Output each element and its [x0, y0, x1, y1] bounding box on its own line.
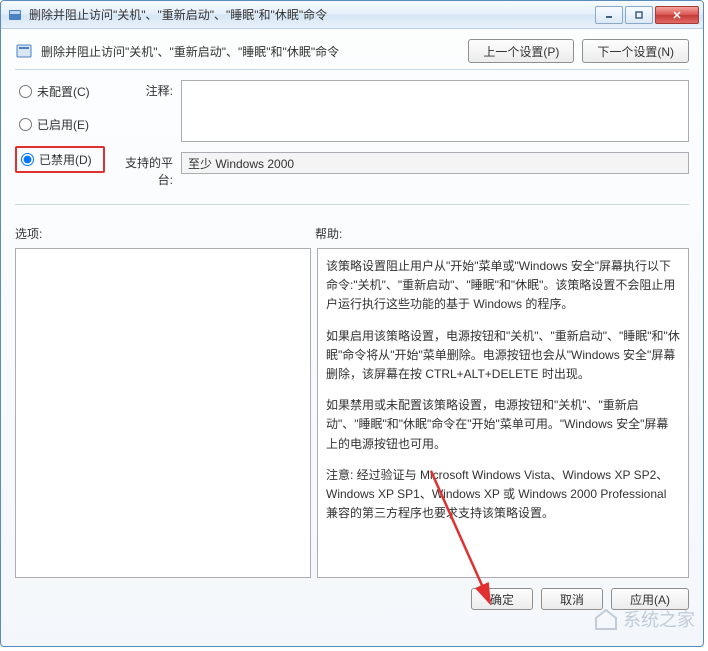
policy-icon	[15, 42, 33, 60]
window-title: 删除并阻止访问"关机"、"重新启动"、"睡眠"和"休眠"命令	[29, 6, 595, 23]
policy-state-radio-group: 未配置(C) 已启用(E) 已禁用(D)	[15, 80, 105, 173]
radio-disabled[interactable]: 已禁用(D)	[15, 146, 105, 173]
help-panel[interactable]: 该策略设置阻止用户从"开始"菜单或"Windows 安全"屏幕执行以下命令:"关…	[317, 248, 689, 578]
ok-button[interactable]: 确定	[471, 588, 533, 610]
platform-value: 至少 Windows 2000	[181, 152, 689, 174]
help-paragraph-1: 该策略设置阻止用户从"开始"菜单或"Windows 安全"屏幕执行以下命令:"关…	[326, 257, 680, 315]
window-controls	[595, 6, 699, 24]
fields-column: 注释: 支持的平台: 至少 Windows 2000	[113, 80, 689, 198]
radio-enabled-input[interactable]	[19, 118, 32, 131]
help-label: 帮助:	[315, 225, 342, 242]
watermark: 系统之家	[593, 606, 695, 632]
previous-setting-button[interactable]: 上一个设置(P)	[468, 39, 574, 63]
minimize-button[interactable]	[595, 6, 623, 24]
radio-enabled[interactable]: 已启用(E)	[15, 113, 105, 136]
policy-title: 删除并阻止访问"关机"、"重新启动"、"睡眠"和"休眠"命令	[41, 43, 460, 60]
close-button[interactable]	[655, 6, 699, 24]
comment-label: 注释:	[113, 80, 173, 99]
form-section: 未配置(C) 已启用(E) 已禁用(D) 注释:	[15, 80, 689, 198]
options-panel[interactable]	[15, 248, 311, 578]
help-paragraph-3: 如果禁用或未配置该策略设置，电源按钮和"关机"、"重新启动"、"睡眠"和"休眠"…	[326, 396, 680, 454]
maximize-button[interactable]	[625, 6, 653, 24]
help-paragraph-2: 如果启用该策略设置，电源按钮和"关机"、"重新启动"、"睡眠"和"休眠"命令将从…	[326, 327, 680, 385]
radio-enabled-label: 已启用(E)	[37, 116, 89, 133]
next-setting-button[interactable]: 下一个设置(N)	[582, 39, 689, 63]
policy-editor-window: 删除并阻止访问"关机"、"重新启动"、"睡眠"和"休眠"命令 删除并阻止访问"关…	[0, 0, 704, 647]
divider	[15, 69, 689, 70]
watermark-text: 系统之家	[623, 606, 695, 632]
comment-row: 注释:	[113, 80, 689, 142]
section-labels: 选项: 帮助:	[15, 225, 689, 242]
comment-input[interactable]	[181, 80, 689, 142]
radio-disabled-input[interactable]	[21, 153, 34, 166]
radio-not-configured-label: 未配置(C)	[37, 83, 90, 100]
divider-2	[15, 204, 689, 205]
radio-not-configured-input[interactable]	[19, 85, 32, 98]
content-area: 删除并阻止访问"关机"、"重新启动"、"睡眠"和"休眠"命令 上一个设置(P) …	[1, 29, 703, 624]
radio-disabled-label: 已禁用(D)	[39, 151, 92, 168]
radio-column: 未配置(C) 已启用(E) 已禁用(D)	[15, 80, 105, 198]
bottom-buttons: 确定 取消 应用(A)	[15, 588, 689, 610]
titlebar[interactable]: 删除并阻止访问"关机"、"重新启动"、"睡眠"和"休眠"命令	[1, 1, 703, 29]
radio-not-configured[interactable]: 未配置(C)	[15, 80, 105, 103]
app-icon	[7, 7, 23, 23]
header-row: 删除并阻止访问"关机"、"重新启动"、"睡眠"和"休眠"命令 上一个设置(P) …	[15, 39, 689, 63]
platform-label: 支持的平台:	[113, 152, 173, 188]
options-label: 选项:	[15, 225, 315, 242]
platform-row: 支持的平台: 至少 Windows 2000	[113, 152, 689, 188]
help-paragraph-4: 注意: 经过验证与 Microsoft Windows Vista、Window…	[326, 466, 680, 524]
panels: 该策略设置阻止用户从"开始"菜单或"Windows 安全"屏幕执行以下命令:"关…	[15, 248, 689, 578]
